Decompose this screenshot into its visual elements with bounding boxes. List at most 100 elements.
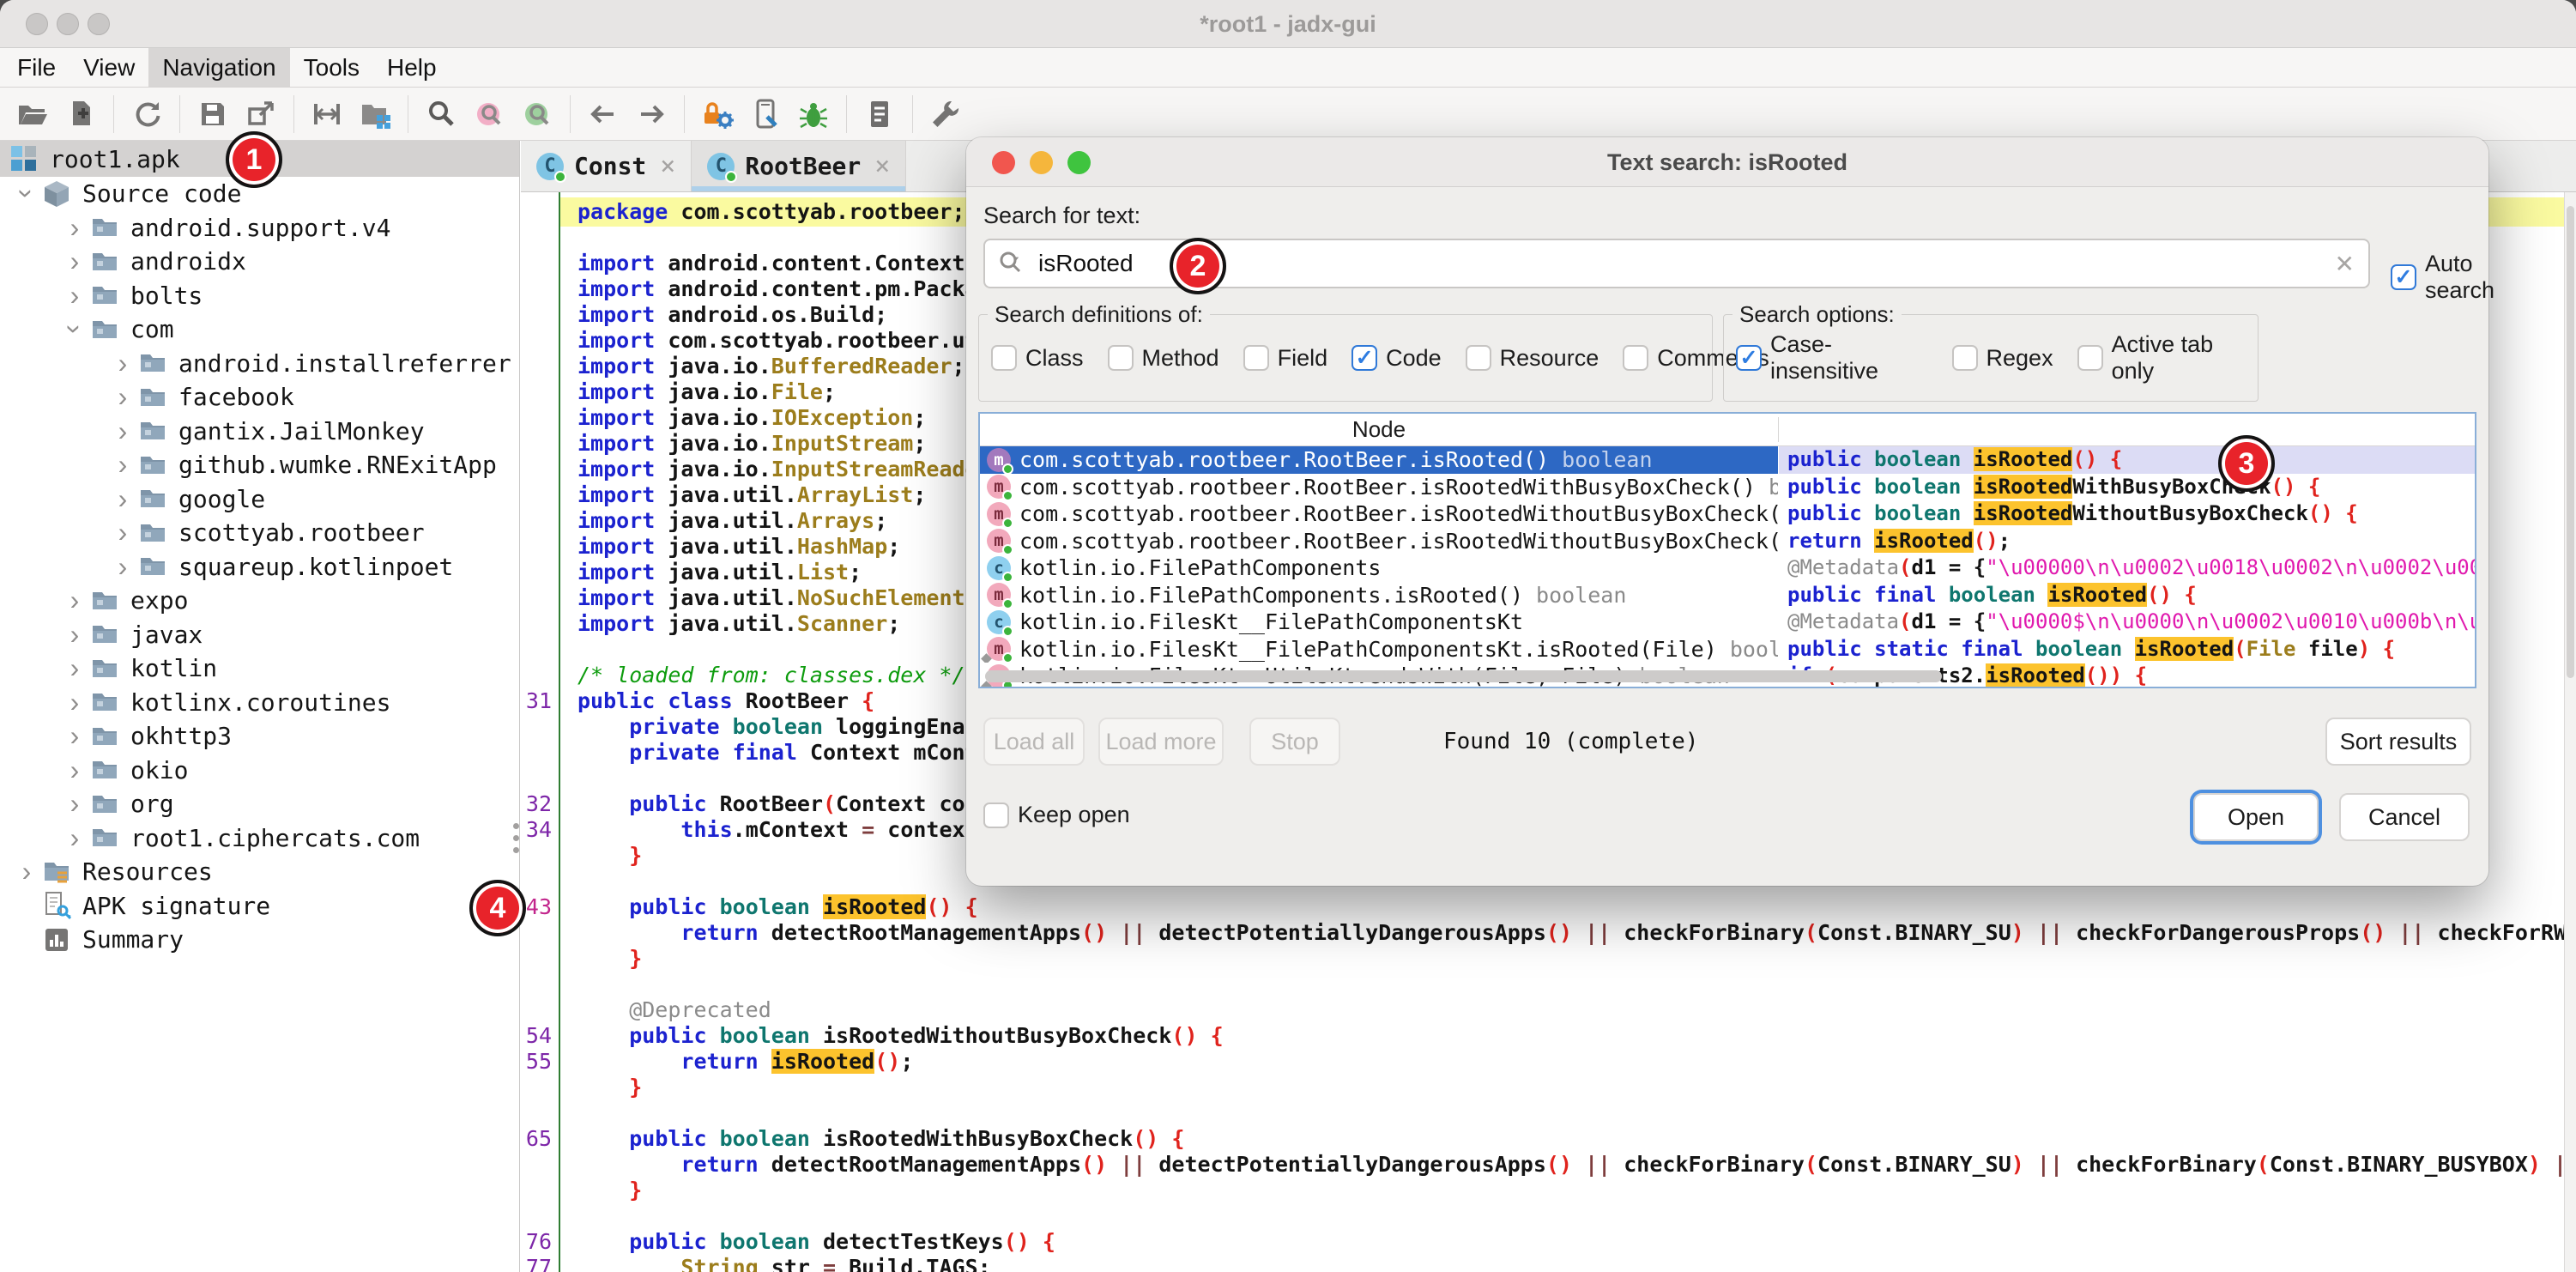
- sidebar-item-com[interactable]: ›com: [0, 312, 519, 347]
- checkbox-checked-icon[interactable]: [2391, 264, 2416, 290]
- cancel-button[interactable]: Cancel: [2339, 793, 2470, 841]
- preferences-icon[interactable]: [926, 94, 965, 134]
- sidebar-item-google[interactable]: ›google: [0, 482, 519, 517]
- search-result-row[interactable]: ckotlin.io.FilesKt__FilePathComponentsKt…: [980, 609, 2475, 636]
- chevron-right-icon[interactable]: ›: [108, 449, 137, 481]
- chevron-right-icon[interactable]: ›: [108, 348, 137, 379]
- chevron-right-icon[interactable]: ›: [60, 754, 89, 786]
- editor-scrollbar-thumb[interactable]: [2567, 206, 2574, 678]
- load-all-button[interactable]: Load all: [983, 718, 1085, 766]
- checkbox-unchecked-icon[interactable]: [1243, 345, 1269, 371]
- sidebar-item-gantix-jailmonkey[interactable]: ›gantix.JailMonkey: [0, 415, 519, 449]
- opt-case-insensitive-checkbox[interactable]: Case-insensitive: [1736, 331, 1928, 385]
- sidebar-item-expo[interactable]: ›expo: [0, 584, 519, 618]
- sidebar-item-javax[interactable]: ›javax: [0, 618, 519, 652]
- checkbox-unchecked-icon[interactable]: [991, 345, 1017, 371]
- chevron-right-icon[interactable]: ›: [108, 483, 137, 515]
- deobfuscation-icon[interactable]: [698, 94, 737, 134]
- tab-close-icon[interactable]: ×: [874, 151, 890, 181]
- open-device-icon[interactable]: [746, 94, 785, 134]
- sidebar-item-summary[interactable]: Summary: [0, 923, 519, 957]
- chevron-right-icon[interactable]: ›: [60, 687, 89, 718]
- search-result-row[interactable]: mcom.scottyab.rootbeer.RootBeer.isRooted…: [980, 528, 2475, 555]
- sidebar-item-scottyab-rootbeer[interactable]: ›scottyab.rootbeer: [0, 516, 519, 550]
- chevron-right-icon[interactable]: ›: [108, 415, 137, 447]
- load-more-button[interactable]: Load more: [1098, 718, 1224, 766]
- chevron-right-icon[interactable]: ›: [60, 720, 89, 752]
- open-button[interactable]: Open: [2193, 793, 2319, 841]
- chevron-right-icon[interactable]: ›: [60, 212, 89, 244]
- chevron-right-icon[interactable]: ›: [108, 381, 137, 413]
- chevron-right-icon[interactable]: ›: [60, 788, 89, 820]
- opt-active-tab-only-checkbox[interactable]: Active tab only: [2077, 331, 2251, 385]
- sidebar-item-github-wumke-rnexitapp[interactable]: ›github.wumke.RNExitApp: [0, 448, 519, 482]
- def-code-checkbox[interactable]: Code: [1351, 345, 1442, 372]
- tab-rootbeer[interactable]: CRootBeer×: [692, 141, 906, 191]
- comment-search-icon[interactable]: [517, 94, 557, 134]
- chevron-down-icon[interactable]: ›: [59, 315, 91, 344]
- chevron-right-icon[interactable]: ›: [60, 280, 89, 312]
- chevron-right-icon[interactable]: ›: [12, 856, 41, 887]
- auto-search-checkbox[interactable]: Auto search: [2391, 251, 2494, 304]
- sidebar-item-apk-signature[interactable]: APK signature: [0, 889, 519, 924]
- back-icon[interactable]: [584, 94, 623, 134]
- results-horizontal-scrollbar[interactable]: [985, 670, 1942, 682]
- chevron-right-icon[interactable]: ›: [108, 517, 137, 548]
- checkbox-unchecked-icon[interactable]: [1623, 345, 1648, 371]
- sort-results-button[interactable]: Sort results: [2325, 718, 2471, 766]
- log-viewer-icon[interactable]: [860, 94, 899, 134]
- menu-help[interactable]: Help: [373, 48, 450, 87]
- tab-close-icon[interactable]: ×: [660, 151, 675, 181]
- checkbox-checked-icon[interactable]: [1351, 345, 1377, 371]
- fit-width-icon[interactable]: [307, 94, 347, 134]
- sidebar-item-kotlinx-coroutines[interactable]: ›kotlinx.coroutines: [0, 686, 519, 720]
- def-method-checkbox[interactable]: Method: [1108, 345, 1219, 372]
- chevron-right-icon[interactable]: ›: [60, 585, 89, 616]
- splitter-handle[interactable]: [513, 817, 522, 859]
- sidebar-item-okhttp3[interactable]: ›okhttp3: [0, 719, 519, 754]
- forward-icon[interactable]: [632, 94, 671, 134]
- keep-open-checkbox[interactable]: Keep open: [983, 802, 1130, 828]
- search-result-row[interactable]: mkotlin.io.FilesKt__FilePathComponentsKt…: [980, 636, 2475, 663]
- debugger-icon[interactable]: [794, 94, 833, 134]
- open-file-icon[interactable]: [13, 94, 52, 134]
- checkbox-unchecked-icon[interactable]: [983, 803, 1009, 828]
- sidebar-item-android-installreferrer[interactable]: ›android.installreferrer: [0, 347, 519, 381]
- sidebar-item-okio[interactable]: ›okio: [0, 754, 519, 788]
- menu-tools[interactable]: Tools: [290, 48, 373, 87]
- search-result-row[interactable]: ckotlin.io.FilePathComponents@Metadata(d…: [980, 554, 2475, 582]
- add-files-icon[interactable]: [61, 94, 100, 134]
- reload-icon[interactable]: [127, 94, 166, 134]
- checkbox-unchecked-icon[interactable]: [1466, 345, 1491, 371]
- menu-navigation[interactable]: Navigation: [148, 48, 289, 87]
- sidebar-item-resources[interactable]: ›Resources: [0, 855, 519, 889]
- sidebar-item-bolts[interactable]: ›bolts: [0, 279, 519, 313]
- tab-const[interactable]: CConst×: [521, 141, 692, 191]
- def-resource-checkbox[interactable]: Resource: [1466, 345, 1599, 372]
- chevron-down-icon[interactable]: ›: [11, 179, 43, 209]
- checkbox-checked-icon[interactable]: [1736, 345, 1762, 371]
- text-search-icon[interactable]: [421, 94, 461, 134]
- chevron-right-icon[interactable]: ›: [60, 822, 89, 854]
- search-result-row[interactable]: mkotlin.io.FilePathComponents.isRooted()…: [980, 582, 2475, 609]
- sidebar-item-squareup-kotlinpoet[interactable]: ›squareup.kotlinpoet: [0, 550, 519, 585]
- sidebar-item-android-support-v4[interactable]: ›android.support.v4: [0, 211, 519, 245]
- def-class-checkbox[interactable]: Class: [991, 345, 1084, 372]
- sidebar-item-root1-ciphercats-com[interactable]: ›root1.ciphercats.com: [0, 821, 519, 856]
- workspace-icon[interactable]: [355, 94, 395, 134]
- stop-button[interactable]: Stop: [1249, 718, 1340, 766]
- menu-view[interactable]: View: [70, 48, 148, 87]
- chevron-right-icon[interactable]: ›: [108, 551, 137, 583]
- checkbox-unchecked-icon[interactable]: [1952, 345, 1978, 371]
- export-icon[interactable]: [241, 94, 281, 134]
- sidebar-item-facebook[interactable]: ›facebook: [0, 380, 519, 415]
- sidebar-item-androidx[interactable]: ›androidx: [0, 245, 519, 279]
- chevron-right-icon[interactable]: ›: [60, 619, 89, 651]
- clear-search-icon[interactable]: ✕: [2335, 250, 2355, 278]
- sidebar-item-kotlin[interactable]: ›kotlin: [0, 651, 519, 686]
- class-search-icon[interactable]: [469, 94, 509, 134]
- sidebar-item-org[interactable]: ›org: [0, 787, 519, 821]
- editor-scrollbar[interactable]: [2564, 192, 2576, 1272]
- def-field-checkbox[interactable]: Field: [1243, 345, 1328, 372]
- save-all-icon[interactable]: [193, 94, 233, 134]
